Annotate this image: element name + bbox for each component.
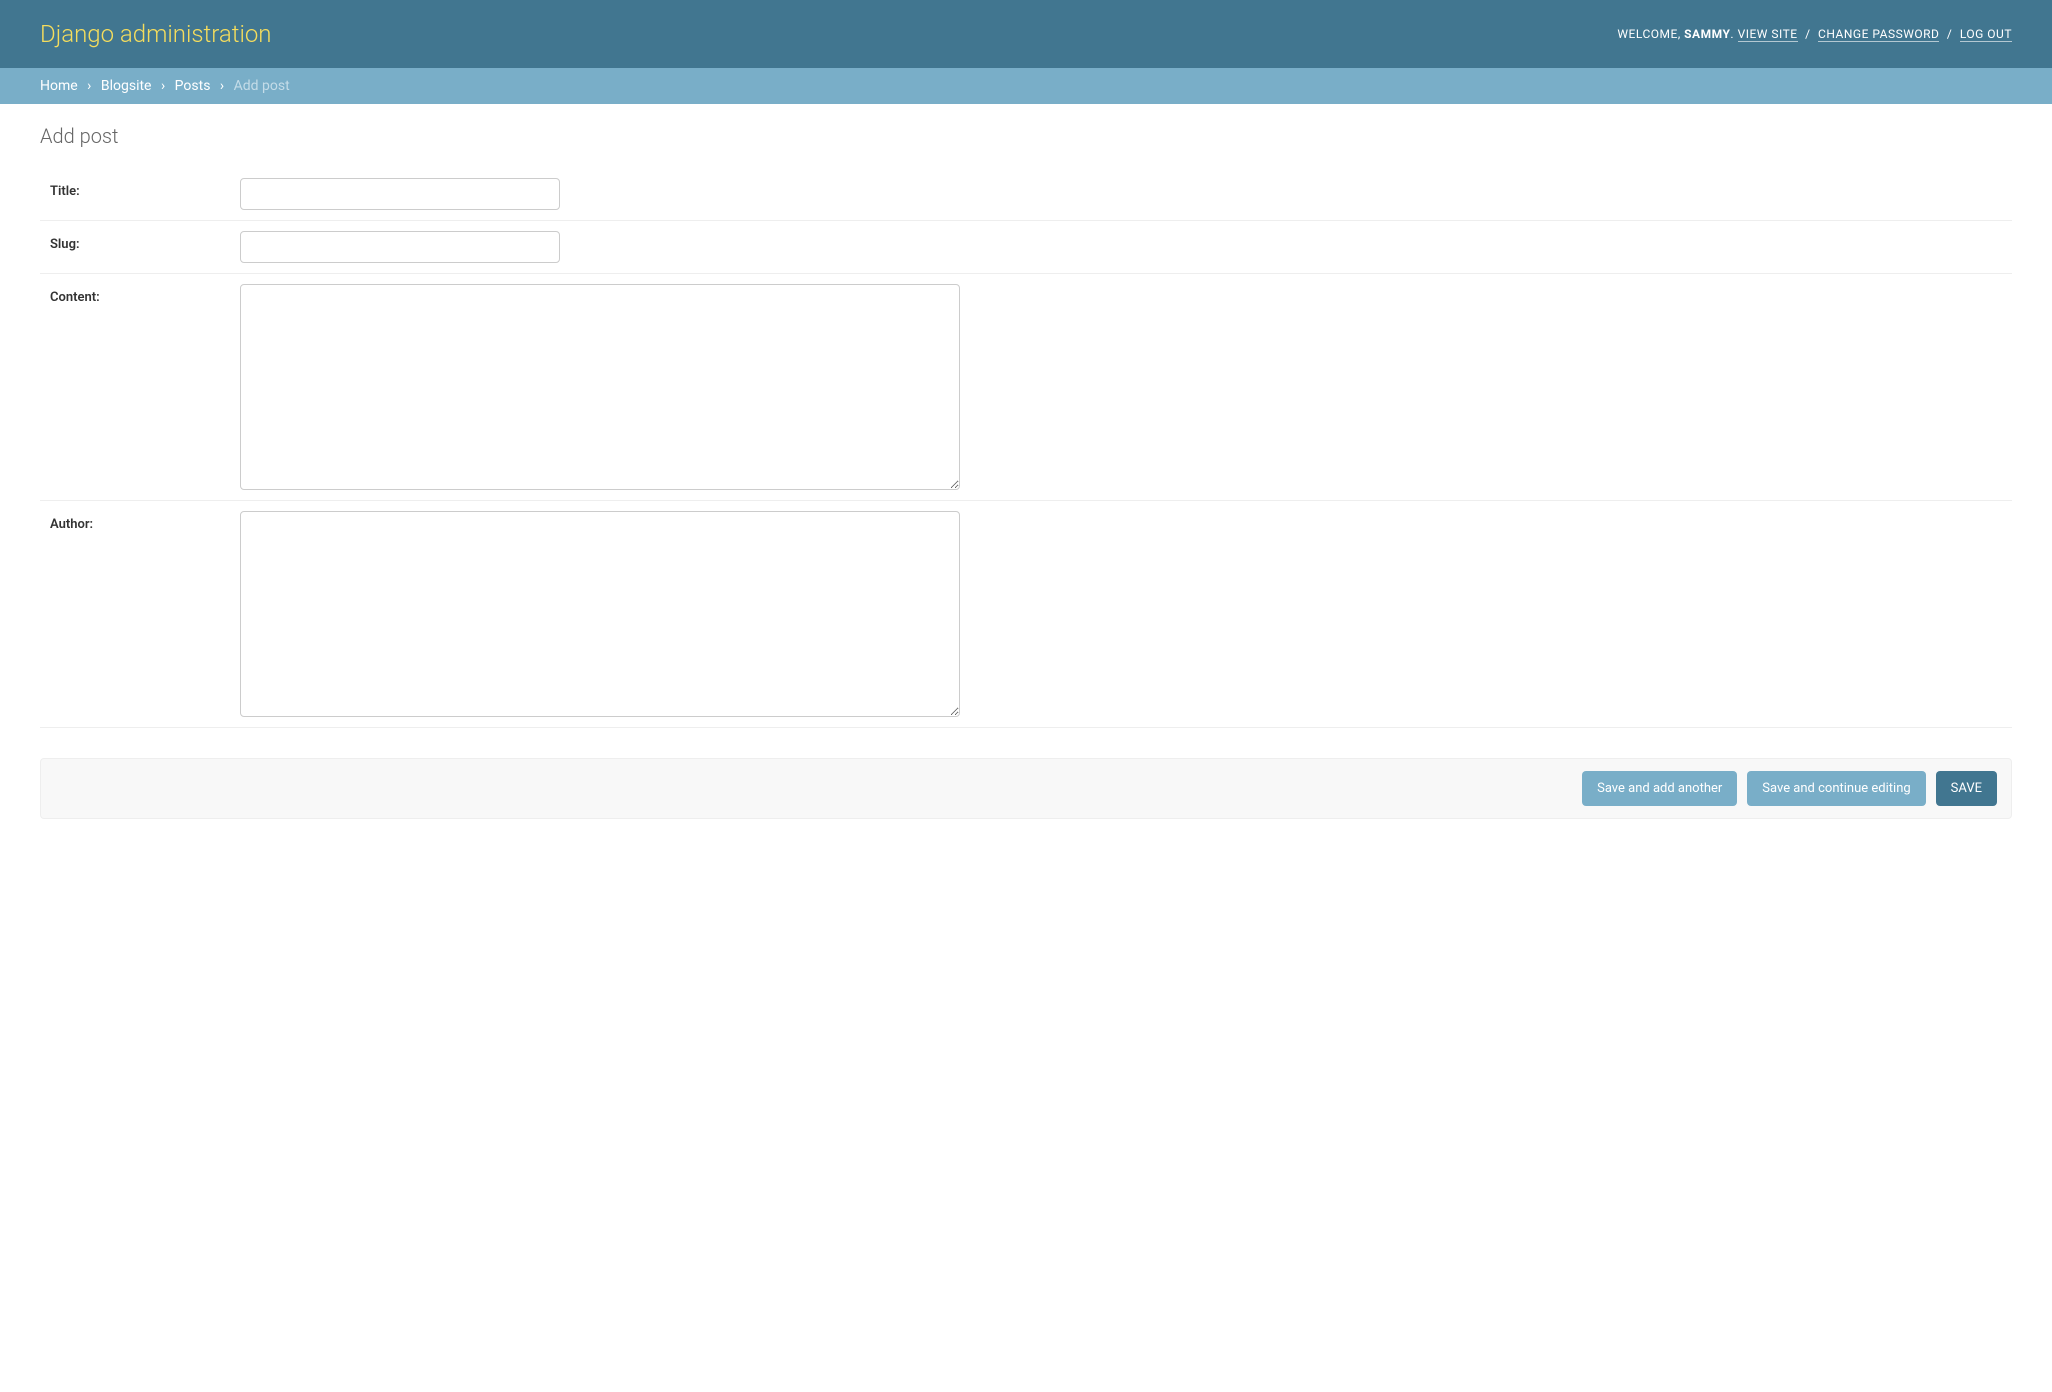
slug-input[interactable] <box>240 231 560 263</box>
view-site-link[interactable]: VIEW SITE <box>1738 27 1798 42</box>
breadcrumb-current: Add post <box>234 78 290 94</box>
breadcrumb-model[interactable]: Posts <box>175 78 211 94</box>
breadcrumbs: Home › Blogsite › Posts › Add post <box>0 68 2052 104</box>
title-label: Title: <box>40 178 240 199</box>
branding: Django administration <box>40 20 272 48</box>
submit-row: Save and add another Save and continue e… <box>40 758 2012 819</box>
user-tools: WELCOME, SAMMY. VIEW SITE / CHANGE PASSW… <box>1617 27 2012 41</box>
site-name[interactable]: Django administration <box>40 20 272 48</box>
header: Django administration WELCOME, SAMMY. VI… <box>0 0 2052 68</box>
logout-link[interactable]: LOG OUT <box>1960 27 2012 42</box>
save-add-another-button[interactable]: Save and add another <box>1582 771 1737 806</box>
author-textarea[interactable] <box>240 511 960 717</box>
separator: / <box>1947 27 1952 41</box>
content-label: Content: <box>40 284 240 305</box>
form-row-title: Title: <box>40 168 2012 221</box>
breadcrumb-separator: › <box>87 78 91 94</box>
save-button[interactable]: SAVE <box>1936 771 1997 806</box>
save-continue-button[interactable]: Save and continue editing <box>1747 771 1925 806</box>
username: SAMMY <box>1684 27 1730 41</box>
breadcrumb-home[interactable]: Home <box>40 78 78 94</box>
period: . <box>1730 27 1734 41</box>
change-password-link[interactable]: CHANGE PASSWORD <box>1818 27 1939 42</box>
content: Add post Title: Slug: Content: Author: S… <box>0 104 2052 839</box>
add-post-form: Title: Slug: Content: Author: Save and a… <box>40 168 2012 819</box>
title-input[interactable] <box>240 178 560 210</box>
form-row-slug: Slug: <box>40 221 2012 274</box>
breadcrumb-separator: › <box>220 78 224 94</box>
welcome-text: WELCOME, <box>1617 27 1680 41</box>
content-textarea[interactable] <box>240 284 960 490</box>
page-title: Add post <box>40 124 2012 148</box>
breadcrumb-separator: › <box>161 78 165 94</box>
form-row-content: Content: <box>40 274 2012 501</box>
separator: / <box>1805 27 1810 41</box>
author-label: Author: <box>40 511 240 532</box>
form-row-author: Author: <box>40 501 2012 728</box>
slug-label: Slug: <box>40 231 240 252</box>
breadcrumb-app[interactable]: Blogsite <box>101 78 152 94</box>
